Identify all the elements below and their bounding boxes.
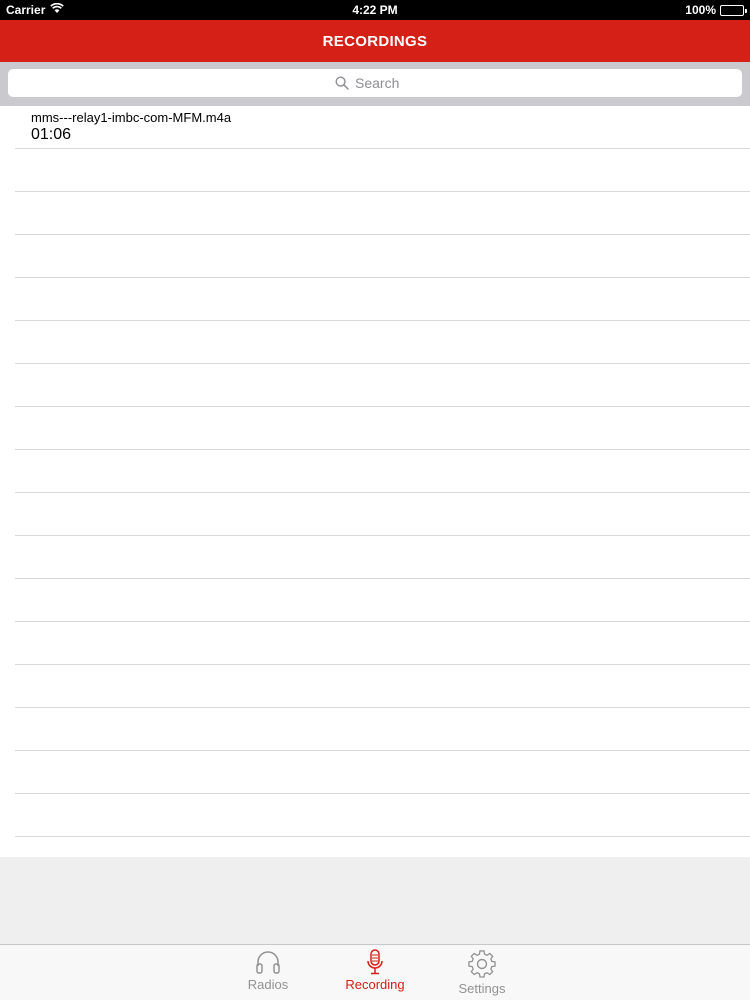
empty-table-row	[15, 794, 750, 837]
empty-table-row	[15, 579, 750, 622]
empty-table-row	[15, 622, 750, 665]
tab-radios-label: Radios	[247, 977, 289, 992]
tab-settings[interactable]: Settings	[437, 949, 527, 999]
search-input[interactable]	[355, 75, 415, 91]
battery-indicator: 100%	[685, 3, 747, 17]
tab-recording[interactable]: Recording	[330, 949, 420, 999]
recordings-table: mms---relay1-imbc-com-MFM.m4a 01:06	[0, 106, 750, 857]
empty-table-row	[15, 364, 750, 407]
status-time: 4:22 PM	[352, 3, 398, 17]
empty-table-row	[15, 536, 750, 579]
empty-table-row	[15, 450, 750, 493]
page-title: RECORDINGS	[322, 32, 428, 50]
empty-table-row	[15, 751, 750, 794]
search-field[interactable]	[8, 69, 742, 97]
battery-icon	[720, 4, 747, 16]
tab-settings-label: Settings	[458, 981, 506, 996]
table-row[interactable]: mms---relay1-imbc-com-MFM.m4a 01:06	[15, 106, 750, 149]
empty-table-row	[15, 149, 750, 192]
gear-icon	[468, 950, 496, 978]
empty-table-row	[15, 665, 750, 708]
tab-bar: Radios Recording Settings	[0, 944, 750, 1000]
search-icon	[335, 76, 349, 90]
microphone-icon	[367, 949, 383, 975]
empty-background	[0, 857, 750, 944]
tab-recording-label: Recording	[345, 977, 405, 992]
status-bar: Carrier 4:22 PM 100%	[0, 0, 750, 20]
recording-duration: 01:06	[31, 126, 72, 143]
empty-table-row	[15, 235, 750, 278]
search-bar	[0, 62, 750, 106]
empty-table-row	[15, 321, 750, 364]
empty-table-row	[15, 407, 750, 450]
recording-name: mms---relay1-imbc-com-MFM.m4a	[31, 110, 232, 125]
navigation-bar: RECORDINGS	[0, 20, 750, 62]
headphones-icon	[256, 951, 280, 974]
empty-table-row	[15, 708, 750, 751]
empty-table-row	[15, 192, 750, 235]
battery-percent: 100%	[685, 3, 716, 17]
tab-radios[interactable]: Radios	[223, 949, 313, 999]
empty-table-row	[15, 493, 750, 536]
empty-table-row	[15, 278, 750, 321]
